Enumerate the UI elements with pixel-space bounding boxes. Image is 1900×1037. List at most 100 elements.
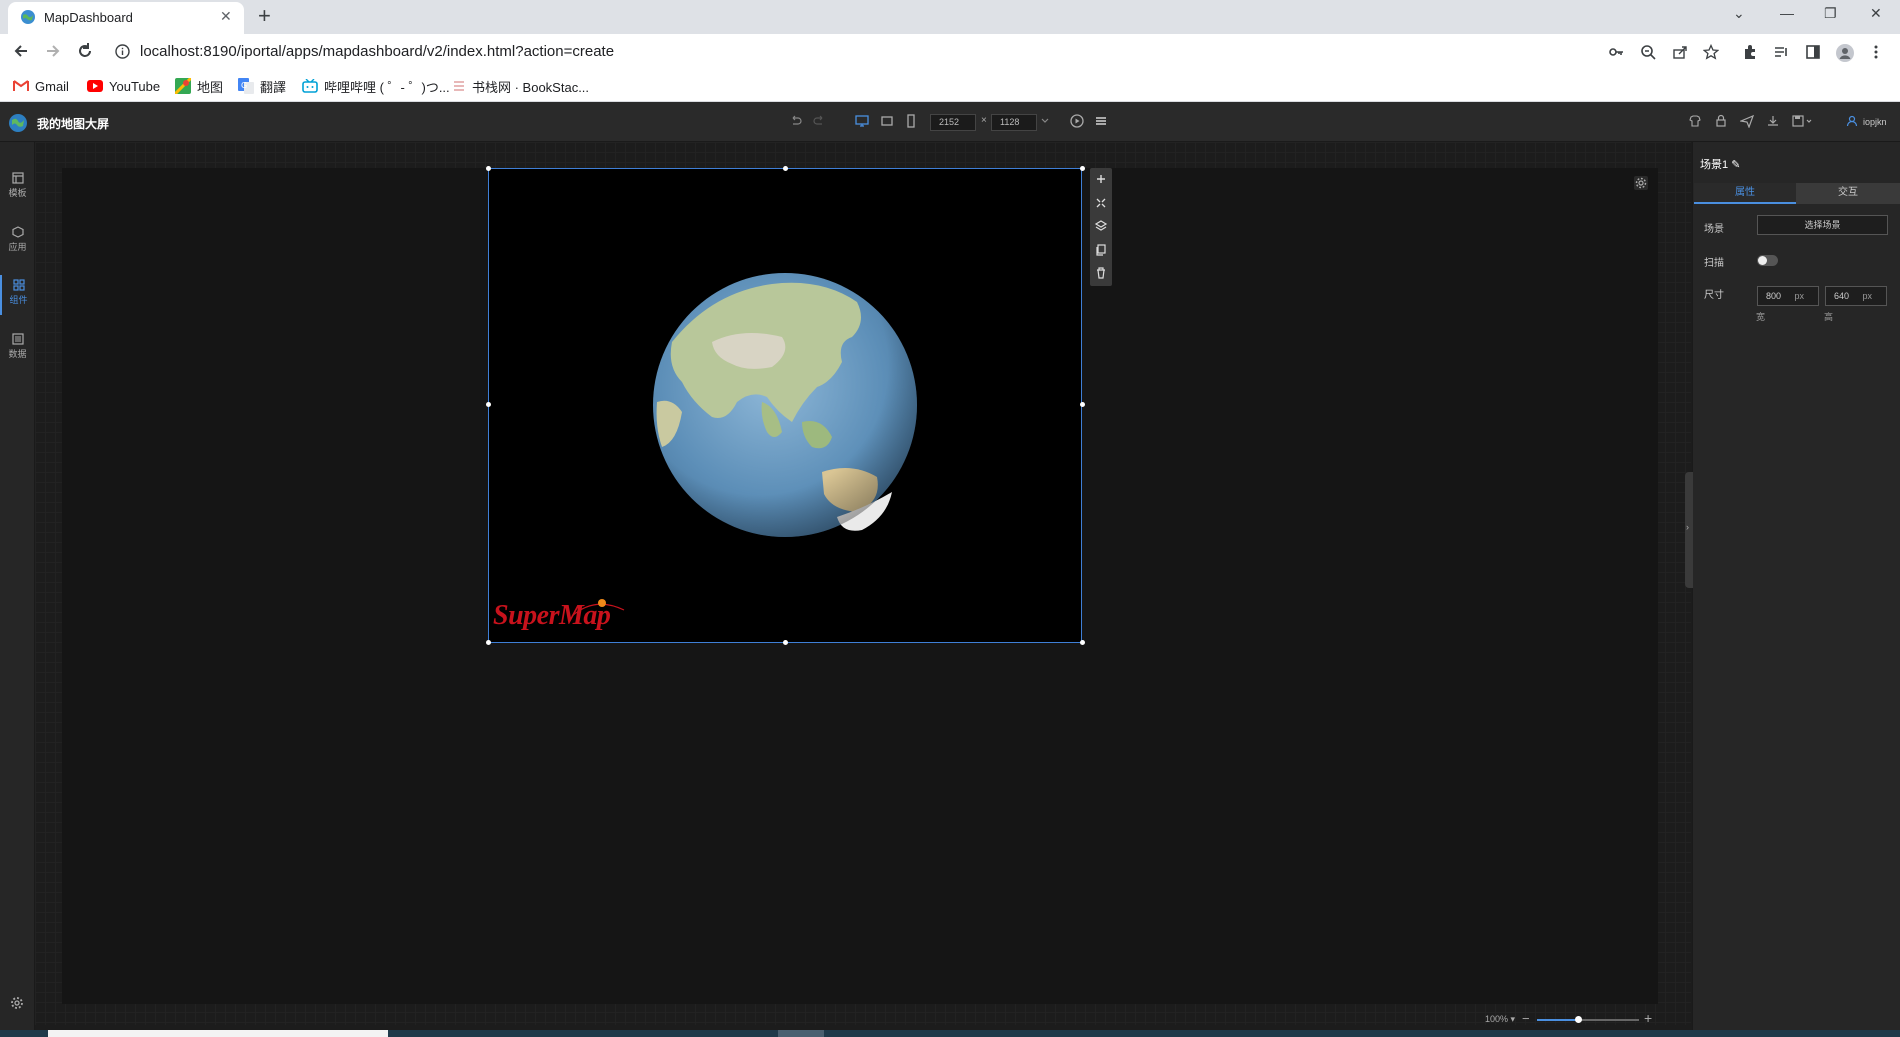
globe-favicon-icon [20,9,36,25]
size-dropdown-icon[interactable] [1040,114,1056,128]
reading-list-icon[interactable] [1773,44,1789,60]
scene-label: 场景 [1704,224,1724,235]
bookmark-youtube[interactable]: YouTube [87,76,160,96]
template-icon [11,172,24,184]
bookmark-label: 翻譯 [260,79,287,95]
bilibili-icon [302,79,318,93]
tab-interaction[interactable]: 交互 [1796,183,1900,204]
zoom-level[interactable]: 100% ▾ [1485,1014,1515,1025]
taskbar-app[interactable] [778,1030,824,1037]
nav-item-component[interactable]: 组件 [0,275,35,315]
lock-icon[interactable] [1714,114,1730,128]
canvas-width-input[interactable]: 2152 [930,114,976,131]
earth-globe[interactable] [652,272,918,538]
zoom-slider-knob[interactable] [1574,1016,1582,1023]
canvas-settings-icon[interactable] [1634,176,1648,190]
publish-icon[interactable] [1740,114,1756,128]
site-info-icon[interactable] [115,44,130,59]
scan-label: 扫描 [1704,258,1724,269]
mobile-view-icon[interactable] [904,114,920,128]
component-icon [12,279,25,291]
properties-panel [1692,142,1900,1037]
resize-handle[interactable] [486,640,491,645]
bookmark-bilibili[interactable]: 哔哩哔哩 ( ゜- ゜)つ... [302,76,450,96]
key-icon[interactable] [1608,44,1624,60]
height-input[interactable]: 640 px [1825,286,1887,306]
resize-handle[interactable] [783,640,788,645]
reload-icon[interactable] [76,42,94,60]
desktop-view-icon[interactable] [855,114,871,128]
resize-handle[interactable] [1080,402,1085,407]
bookmark-bookstack[interactable]: 书栈网 · BookStac... [452,76,589,96]
delete-icon[interactable] [1094,266,1108,280]
redo-icon[interactable] [812,114,828,128]
restore-icon[interactable]: ❐ [1824,5,1837,22]
resize-handle[interactable] [783,166,788,171]
browser-menu-icon[interactable] [1874,44,1878,60]
bookmark-map[interactable]: 地图 [175,76,223,96]
side-panel-icon[interactable] [1805,44,1821,60]
bookmark-label: 地图 [197,79,224,95]
theme-icon[interactable] [1688,114,1704,128]
edit-icon[interactable]: ✎ [1731,159,1740,171]
user-icon[interactable] [1845,114,1861,128]
tab-close-icon[interactable]: ✕ [220,8,232,25]
app-logo-icon [8,113,28,133]
window-close-icon[interactable]: ✕ [1870,5,1882,22]
nav-label: 组件 [9,295,28,305]
bookmark-gmail[interactable]: Gmail [13,76,69,96]
user-name[interactable]: iopjkn [1863,117,1887,127]
profile-avatar-icon[interactable] [1836,44,1854,62]
width-input[interactable]: 800 px [1757,286,1819,306]
extensions-icon[interactable] [1742,44,1758,60]
tab-attributes[interactable]: 属性 [1694,183,1796,204]
share-icon[interactable] [1672,44,1688,60]
forward-icon[interactable] [44,42,62,60]
save-dropdown-icon[interactable] [1792,114,1814,128]
copy-icon[interactable] [1094,243,1108,257]
preview-icon[interactable] [1070,114,1086,128]
tab-title: MapDashboard [44,10,133,25]
gmail-icon [13,80,29,91]
add-icon[interactable] [1094,172,1108,186]
bookmark-translate[interactable]: G 翻譯 [238,76,286,96]
translate-icon: G [238,78,254,94]
nav-label: 数据 [8,349,27,359]
new-tab-icon[interactable]: + [258,5,271,27]
url-text[interactable]: localhost:8190/iportal/apps/mapdashboard… [140,43,614,60]
layers-icon[interactable] [1094,219,1108,233]
back-icon[interactable] [12,42,30,60]
zoom-in-icon[interactable]: + [1644,1010,1652,1026]
nav-item-data[interactable]: 数据 [0,329,35,369]
undo-icon[interactable] [789,114,805,128]
taskbar-search[interactable] [48,1030,388,1037]
layers-list-icon[interactable] [1094,114,1110,128]
chevron-right-icon: › [1686,522,1689,532]
resize-handle[interactable] [1080,640,1085,645]
choose-scene-button[interactable]: 选择场景 [1757,215,1888,235]
bookmark-star-icon[interactable] [1703,44,1719,60]
tab-search-icon[interactable]: ⌄ [1733,5,1745,22]
bookmark-label: Gmail [35,78,69,94]
zoom-out-icon[interactable]: − [1522,1011,1530,1026]
browser-toolbar: localhost:8190/iportal/apps/mapdashboard… [0,34,1900,70]
zoom-slider-fill [1537,1019,1578,1021]
resize-handle[interactable] [486,402,491,407]
height-caption: 高 [1824,312,1834,322]
panel-title: 场景1 ✎ [1700,159,1741,171]
minimize-icon[interactable]: — [1780,5,1794,21]
browser-tab-strip [0,0,1900,34]
canvas-height-input[interactable]: 1128 [991,114,1037,131]
fullscreen-icon[interactable] [1094,196,1108,210]
zoom-icon[interactable] [1640,44,1656,60]
settings-gear-icon[interactable] [10,996,24,1010]
app-title: 我的地图大屏 [37,117,110,131]
app-icon [11,226,24,238]
nav-item-app[interactable]: 应用 [0,222,35,262]
tablet-view-icon[interactable] [880,114,896,128]
resize-handle[interactable] [486,166,491,171]
resize-handle[interactable] [1080,166,1085,171]
nav-item-template[interactable]: 模板 [0,168,35,208]
logo-orbit-icon [570,598,626,620]
download-icon[interactable] [1766,114,1782,128]
